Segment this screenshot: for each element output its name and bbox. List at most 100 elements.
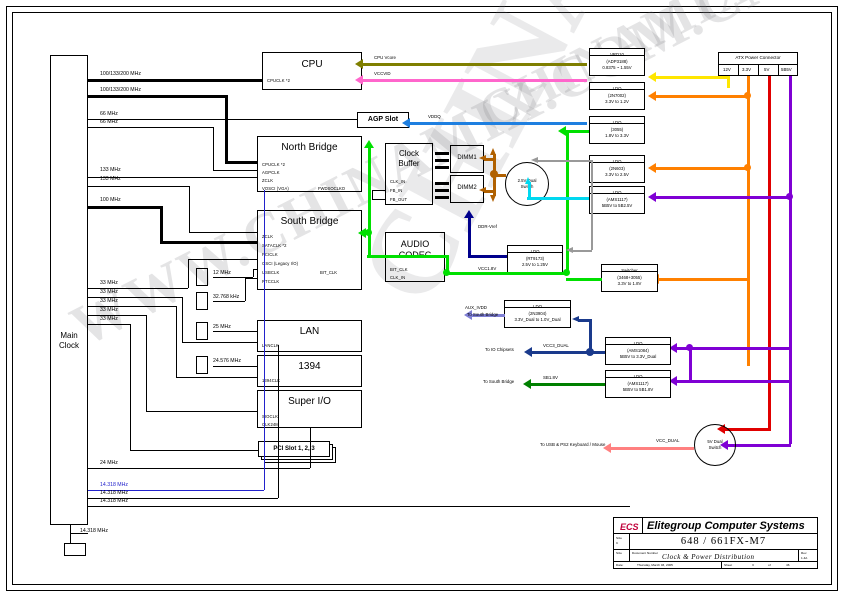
block-cpu[interactable]: CPU CPUCLK *2 (262, 52, 362, 90)
label-vddq: VDDQ (428, 114, 441, 119)
wire-clk-13c (264, 190, 265, 191)
ldo5b2v5-line-2: (AMS1117) (606, 196, 628, 202)
block-super-io[interactable]: Super I/O SIOCLK CLK24M (257, 390, 362, 428)
nb-pin-fwdsoclko: FWDSOCLKO (318, 186, 345, 191)
ldo1v0-line-2: (2N3904) (528, 310, 547, 316)
wire-cb-out-2 (435, 159, 449, 162)
company-name: Elitegroup Computer Systems (647, 520, 805, 532)
ldo5b1v8-line-2: (AMS1117) (627, 380, 649, 386)
rail-5v-vertical (768, 76, 771, 431)
rail-gray-v1 (591, 160, 593, 250)
wire-clk-9b (176, 306, 177, 377)
wire-clk-5b (189, 186, 190, 232)
value-sheet: 3 (752, 563, 754, 567)
crystal-32k-label: 32.768 kHz (213, 294, 240, 300)
title-sub-divider-1 (629, 549, 630, 561)
regulator-switcher[interactable]: Switcher (3468+3055) 3.3V to 1.8V (601, 264, 658, 292)
block-south-bridge[interactable]: South Bridge ZCLK SATACLK *2 PCICLK OSCI… (257, 210, 362, 290)
wire-clk-1b (225, 95, 228, 161)
label-sheet: Sheet (724, 563, 733, 567)
ldo1v2-line-2: (2N7002) (608, 92, 626, 98)
regulator-ldo-5b2v5[interactable]: LDO (AMS1117) 5B5V to 5B2.5V (589, 186, 645, 214)
freq-label-4: 133 MHz (100, 167, 121, 173)
rail-brown-arrow-l1 (479, 155, 486, 161)
freq-label-1: 100/133/200 MHz (100, 87, 141, 93)
crystal-32k-body (196, 292, 208, 310)
wire-clk-1a (88, 95, 225, 98)
ldo3v3-line-2: (3055) (610, 126, 624, 132)
atx-rail-3v3: 3.3V (742, 67, 752, 72)
freq-label-14: 14.318 MHz (100, 490, 128, 496)
clock-buffer-title-1: Clock (398, 149, 419, 158)
block-pci-slot-1[interactable]: PCI Slot 1, 2, 3 (258, 441, 330, 457)
regulator-ldo-1v2[interactable]: LDO (2N7002) 3.3V to 1.2V (589, 82, 645, 110)
wire-clk-15a (88, 506, 630, 507)
wire-clk-3c (213, 170, 258, 171)
rail-12v-horizontal (655, 76, 728, 79)
nb-pin-zclk: ZCLK (262, 178, 274, 183)
rail-brown-arrow-l2 (479, 187, 486, 193)
label-cpu-vcore: CPU Vcore (374, 55, 396, 60)
regulator-ldo-1v25[interactable]: LDO (RT9173) 2.5V to 1.25V (507, 245, 563, 273)
ldo1v2-divider (589, 89, 645, 90)
regulator-ldo-3v3[interactable]: LDO (3055) 1.8V to 3.3V (589, 116, 645, 144)
label-rev: Rev (801, 551, 807, 555)
ieee1394-title: 1394 (298, 361, 321, 372)
rail-3v3-branch-3 (658, 278, 749, 281)
value-sheet-total: 46 (786, 563, 790, 567)
rail-3v3-vertical (747, 76, 750, 366)
block-1394[interactable]: 1394 1394CLK (257, 355, 362, 387)
wire-clk-7b (188, 259, 189, 288)
rail-ddr-vref-v (468, 215, 471, 255)
block-north-bridge[interactable]: North Bridge CPUCLK *2 AGPCLK ZCLK VOSCI… (257, 136, 362, 192)
title-row-3 (613, 561, 818, 562)
atx-div-2 (758, 64, 759, 76)
rail-cyan-v (528, 182, 531, 198)
title-row-1 (613, 533, 818, 534)
switch-5v-dual[interactable]: 5V Dual Switch (694, 424, 736, 466)
ldo1v2-line-3: 3.3V to 1.2V (605, 99, 629, 105)
wire-cb-out-4 (435, 182, 449, 185)
wire-clk-5c (189, 232, 258, 233)
value-rev: 1.4A (801, 556, 808, 560)
rail-green-bottom (445, 272, 567, 275)
wire-clk-13b (264, 190, 265, 490)
wire-clk-3a (88, 127, 213, 128)
block-clock-buffer[interactable]: Clock Buffer CLK_IN FB_IN FB_OUT (385, 143, 433, 205)
regulator-vrd10[interactable]: VRD10 (ADP3188) 0.8375 ~ 1.55V (589, 48, 645, 76)
freq-label-5: 133 MHz (100, 176, 121, 182)
regulator-ldo-5b1v8[interactable]: LDO (AMS1117) 5B5V to 5B1.8V (605, 370, 671, 398)
rail-green-arrow-nb (364, 140, 374, 148)
rail-sb1v8-h (530, 383, 605, 386)
cb-pin-clk-in: CLK_IN (390, 179, 406, 184)
vrd10-line-2: (ADP3188) (606, 58, 628, 64)
wire-clk-2 (88, 119, 357, 120)
wire-clk-1c (225, 161, 258, 164)
cb-pin-fb-in: FB_IN (390, 188, 403, 193)
ldo5b2v5-line-3: 5B5V to 5B2.5V (601, 203, 633, 209)
rail-5b5v-dual-h (727, 444, 791, 447)
freq-label-7: 33 MHz (100, 280, 118, 286)
block-main-clock[interactable]: Main Clock (50, 55, 88, 525)
regulator-ldo-3v3-dual[interactable]: LDO (AMS1084) 5B5V to 3.3V_Dual (605, 337, 671, 365)
rail-green-mid-h (367, 255, 447, 258)
sb-pin-bit-clk: BIT_CLK (320, 270, 337, 275)
rail-3v3-branch-1 (655, 95, 749, 98)
rail-vcc3-to-ldo-arrow (572, 316, 579, 322)
crystal-32k-wire-v (245, 278, 246, 301)
value-date: Thursday, March 03, 2005 (637, 563, 673, 567)
wire-clk-5a (88, 186, 189, 187)
regulator-ldo-2v5[interactable]: LDO (2N603) 3.3V to 2.5V (589, 155, 645, 183)
rail-gray-h1 (536, 160, 592, 162)
pci-slot-title: PCI Slot 1, 2, 3 (273, 446, 315, 452)
atx-rail-5v: 5V (764, 67, 770, 72)
freq-label-0: 100/133/200 MHz (100, 71, 141, 77)
sb-pin-sataclk: SATACLK *2 (262, 243, 287, 248)
wire-fb-loop-left (372, 190, 373, 199)
freq-label-13: 14.318 MHz (100, 482, 128, 488)
rail-green-trunk-left (368, 145, 371, 255)
block-lan[interactable]: LAN LANCLK (257, 320, 362, 352)
regulator-ldo-1v0-dual[interactable]: LDO (2N3904) 3.3V_Dual to 1.0V_Dual (504, 300, 571, 328)
board-model: 648 / 661FX-M7 (680, 536, 767, 547)
north-bridge-title: North Bridge (281, 142, 338, 153)
